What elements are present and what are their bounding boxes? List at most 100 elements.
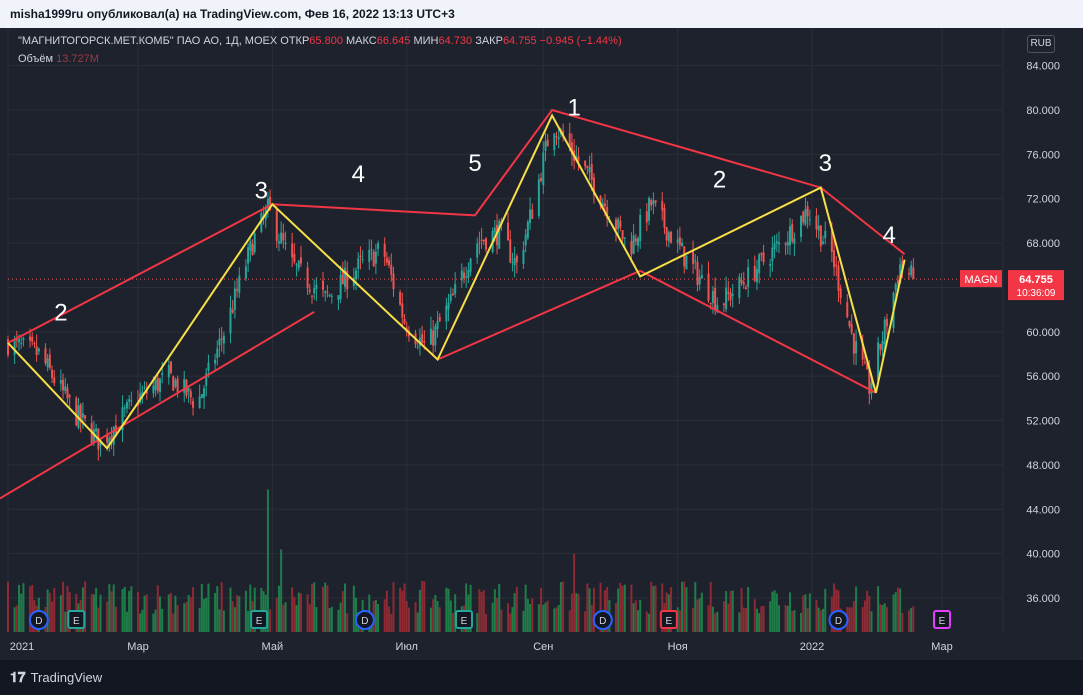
price-tag-value: 64.755 [1019, 274, 1053, 286]
price-tag-timer: 10:36:09 [1017, 288, 1056, 299]
candle-body [685, 255, 688, 270]
wave-label: 1 [567, 95, 580, 122]
candle-body [244, 266, 247, 279]
candle-body [203, 388, 206, 398]
volume-bar [51, 601, 54, 632]
candle-body [678, 237, 681, 246]
candle-body [330, 295, 333, 297]
volume-bar [220, 582, 223, 632]
candle-body [299, 257, 302, 264]
candle-body [623, 237, 626, 239]
volume-bar [434, 594, 437, 632]
candle-body [480, 239, 483, 241]
candle-body [632, 235, 635, 254]
y-tick-label: 68.000 [1026, 238, 1060, 250]
candle-body [447, 302, 450, 310]
candle-body [170, 361, 173, 373]
price-chart[interactable]: 84.00080.00076.00072.00068.00064.00060.0… [0, 0, 1083, 660]
channel-line [7, 108, 906, 344]
volume-bar [758, 613, 761, 632]
volume-bar [822, 608, 825, 632]
candle-body [522, 249, 525, 264]
candle-body [617, 218, 620, 230]
candle-body [438, 316, 441, 322]
volume-bar [92, 594, 95, 632]
x-tick-label: Мар [931, 641, 953, 653]
volume-bar [90, 593, 93, 632]
candle-body [665, 226, 668, 241]
candle-body [513, 257, 516, 266]
candle-body [912, 267, 915, 280]
candle-body [634, 238, 637, 242]
candle-body [839, 288, 842, 299]
candle-body [233, 288, 236, 310]
candle-body [372, 251, 375, 267]
volume-bar [575, 593, 578, 632]
volume-bar [172, 613, 175, 632]
candle-body [275, 208, 278, 242]
candle-body [526, 221, 529, 238]
volume-bar [328, 608, 331, 632]
volume-bar [125, 611, 128, 632]
candle-body [881, 340, 884, 351]
volume-bar [744, 608, 747, 632]
candle-body [639, 214, 642, 242]
volume-bar [802, 595, 805, 632]
volume-bar [901, 612, 904, 632]
volume-bar [383, 599, 386, 632]
y-tick-label: 52.000 [1026, 416, 1060, 428]
candle-body [885, 318, 888, 327]
volume-bar [216, 586, 219, 632]
volume-bar [526, 598, 529, 632]
candle-body [192, 401, 195, 408]
volume-bar [546, 600, 549, 632]
volume-bar [139, 613, 142, 632]
volume-bar [432, 599, 435, 632]
candle-body [619, 220, 622, 228]
volume-bar [637, 610, 640, 632]
candle-body [467, 269, 470, 279]
volume-bar [515, 586, 518, 632]
volume-bar [280, 549, 283, 632]
candle-body [291, 243, 294, 258]
candle-body [293, 253, 296, 262]
volume-bar [879, 604, 882, 632]
volume-bar [557, 604, 560, 632]
volume-bar [896, 587, 899, 632]
volume-bar [577, 593, 580, 632]
volume-bar [485, 613, 488, 632]
candle-body [784, 243, 787, 245]
volume-bar [436, 601, 439, 632]
volume-bar [392, 582, 395, 632]
volume-bar [238, 596, 241, 632]
candle-body [143, 386, 146, 388]
volume-bar [62, 581, 65, 632]
candle-body [837, 265, 840, 291]
candle-body [33, 343, 36, 345]
candle-body [557, 137, 560, 140]
candle-body [68, 395, 71, 398]
volume-bar [222, 610, 225, 632]
wave-label: 2 [54, 300, 67, 327]
volume-bar [326, 585, 329, 632]
candle-body [681, 242, 684, 247]
candle-body [540, 178, 543, 181]
currency-button[interactable]: RUB [1027, 35, 1055, 53]
volume-bar [892, 594, 895, 632]
volume-bar [493, 589, 496, 632]
candle-body [220, 338, 223, 340]
candle-body [478, 242, 481, 244]
y-tick-label: 56.000 [1026, 371, 1060, 383]
volume-bar [99, 594, 102, 632]
candle-body [531, 209, 534, 219]
candle-body [462, 272, 465, 279]
legend-volume-value: 13.727M [56, 53, 99, 65]
volume-bar [445, 587, 448, 632]
legend-open-label: ОТКР [280, 35, 310, 47]
dividend-marker-label: D [361, 616, 368, 627]
tradingview-logo[interactable]: 𝟏𝟕 TradingView [10, 669, 102, 686]
legend-low-label: МИН [413, 35, 439, 47]
candle-body [777, 242, 780, 245]
volume-bar [282, 604, 285, 632]
candle-body [198, 396, 201, 408]
